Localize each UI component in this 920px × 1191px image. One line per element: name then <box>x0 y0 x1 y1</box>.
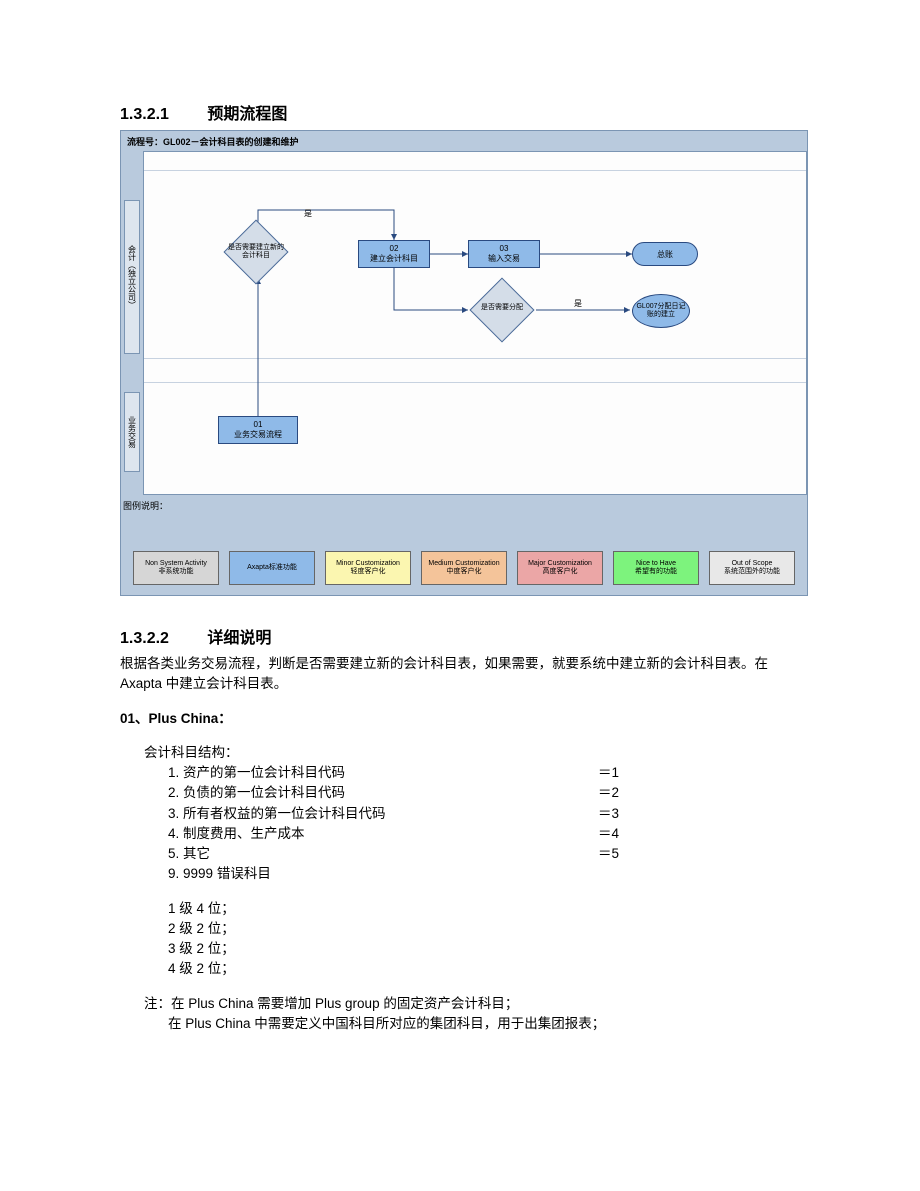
flowchart-container: 流程号：GL002－会计科目表的创建和维护 会计（独立公司） 业务交易 <box>120 130 808 596</box>
proc-label: 业务交易流程 <box>234 429 282 440</box>
edge-label-yes: 是 <box>574 298 582 309</box>
process-02-create-account: 02 建立会计科目 <box>358 240 430 268</box>
subprocess-gl007: GL007分配日记账的建立 <box>632 294 690 328</box>
level-line: 1 级 4 位； <box>168 899 810 919</box>
row-num: 9. <box>168 866 179 881</box>
heading-num: 1.3.2.1 <box>120 106 169 123</box>
decision-need-allocation: 是否需要分配 <box>472 290 532 330</box>
flowchart-canvas: 会计（独立公司） 业务交易 <box>143 151 807 495</box>
swimlane-label-business: 业务交易 <box>124 392 140 472</box>
row-num: 5. <box>168 846 179 861</box>
swimlane-label-accounting: 会计（独立公司） <box>124 200 140 354</box>
sub-text: GL007分配日记账的建立 <box>633 303 689 318</box>
row-num: 2. <box>168 785 179 800</box>
decision-need-new-account: 是否需要建立新的会计科目 <box>226 232 286 272</box>
terminator-text: 总账 <box>657 249 673 260</box>
legend-line2: 中度客户化 <box>447 568 482 576</box>
detail-row: 1. 资产的第一位会计科目代码 ＝1 <box>168 763 810 783</box>
detail-rows: 1. 资产的第一位会计科目代码 ＝1 2. 负债的第一位会计科目代码 ＝2 3.… <box>144 763 810 885</box>
legend-line1: Nice to Have <box>636 560 676 568</box>
legend-minor-customization: Minor Customization 轻度客户化 <box>325 551 411 585</box>
level-line: 2 级 2 位； <box>168 919 810 939</box>
detail-row: 2. 负债的第一位会计科目代码 ＝2 <box>168 783 810 803</box>
legend-line1: Out of Scope <box>732 560 773 568</box>
detail-row: 9. 9999 错误科目 <box>168 864 810 884</box>
edge-label-yes: 是 <box>304 208 312 219</box>
proc-label: 建立会计科目 <box>370 253 418 264</box>
legend-row: Non System Activity 非系统功能 Axapta标准功能 Min… <box>133 551 795 585</box>
legend-out-of-scope: Out of Scope 系统范围外的功能 <box>709 551 795 585</box>
row-val: ＝1 <box>598 763 619 783</box>
legend-non-system: Non System Activity 非系统功能 <box>133 551 219 585</box>
section-heading-detail: 1.3.2.2 详细说明 <box>120 624 810 648</box>
legend-label: 图例说明： <box>123 499 168 512</box>
row-key: 所有者权益的第一位会计科目代码 <box>183 806 386 821</box>
process-03-enter-txn: 03 输入交易 <box>468 240 540 268</box>
detail-note2: 在 Plus China 中需要定义中国科目所对应的集团科目，用于出集团报表； <box>168 1014 810 1034</box>
legend-line2: 轻度客户化 <box>351 568 386 576</box>
detail-row: 3. 所有者权益的第一位会计科目代码 ＝3 <box>168 804 810 824</box>
heading-title: 预期流程图 <box>207 106 287 123</box>
legend-line2: 系统范围外的功能 <box>724 568 780 576</box>
process-01-business-txn: 01 业务交易流程 <box>218 416 298 444</box>
detail-row: 4. 制度费用、生产成本 ＝4 <box>168 824 810 844</box>
row-key: 负债的第一位会计科目代码 <box>183 785 345 800</box>
legend-line2: 希望有的功能 <box>635 568 677 576</box>
lane-divider <box>144 170 806 171</box>
decision-text: 是否需要建立新的会计科目 <box>226 244 286 259</box>
detail-levels: 1 级 4 位； 2 级 2 位； 3 级 2 位； 4 级 2 位； <box>144 899 810 980</box>
detail-row: 5. 其它 ＝5 <box>168 844 810 864</box>
legend-major-customization: Major Customization 高度客户化 <box>517 551 603 585</box>
legend-line2: 非系统功能 <box>159 568 194 576</box>
legend-line2: 高度客户化 <box>543 568 578 576</box>
row-key: 制度费用、生产成本 <box>183 826 305 841</box>
decision-text: 是否需要分配 <box>472 304 532 312</box>
legend-line1: Minor Customization <box>336 560 400 568</box>
section-heading-flowchart: 1.3.2.1 预期流程图 <box>120 100 810 124</box>
row-key: 资产的第一位会计科目代码 <box>183 765 345 780</box>
proc-num: 01 <box>254 420 263 429</box>
terminator-general-ledger: 总账 <box>632 242 698 266</box>
legend-line1: Medium Customization <box>428 560 499 568</box>
heading-num: 1.3.2.2 <box>120 630 169 647</box>
legend-axapta-standard: Axapta标准功能 <box>229 551 315 585</box>
row-val: ＝2 <box>598 783 619 803</box>
lane-divider <box>144 382 806 383</box>
row-val: ＝5 <box>598 844 619 864</box>
row-key: 9999 错误科目 <box>183 866 271 881</box>
proc-num: 02 <box>390 244 399 253</box>
legend-line1: Non System Activity <box>145 560 207 568</box>
row-val: ＝3 <box>598 804 619 824</box>
legend-nice-to-have: Nice to Have 希望有的功能 <box>613 551 699 585</box>
detail-note1: 注：在 Plus China 需要增加 Plus group 的固定资产会计科目… <box>144 994 810 1014</box>
flowchart-titlebar: 流程号：GL002－会计科目表的创建和维护 <box>121 131 807 152</box>
detail-intro: 根据各类业务交易流程，判断是否需要建立新的会计科目表，如果需要，就要系统中建立新… <box>120 654 810 695</box>
legend-line1: Axapta标准功能 <box>247 564 297 572</box>
detail-struct-label: 会计科目结构： <box>144 743 810 763</box>
level-line: 4 级 2 位； <box>168 959 810 979</box>
legend-line1: Major Customization <box>528 560 592 568</box>
row-key: 其它 <box>183 846 210 861</box>
row-num: 4. <box>168 826 179 841</box>
legend-medium-customization: Medium Customization 中度客户化 <box>421 551 507 585</box>
heading-title: 详细说明 <box>207 630 271 647</box>
row-num: 1. <box>168 765 179 780</box>
proc-num: 03 <box>500 244 509 253</box>
row-num: 3. <box>168 806 179 821</box>
row-val: ＝4 <box>598 824 619 844</box>
detail-subhead: 01、Plus China： <box>120 709 810 729</box>
proc-label: 输入交易 <box>488 253 520 264</box>
level-line: 3 级 2 位； <box>168 939 810 959</box>
lane-divider <box>144 358 806 359</box>
